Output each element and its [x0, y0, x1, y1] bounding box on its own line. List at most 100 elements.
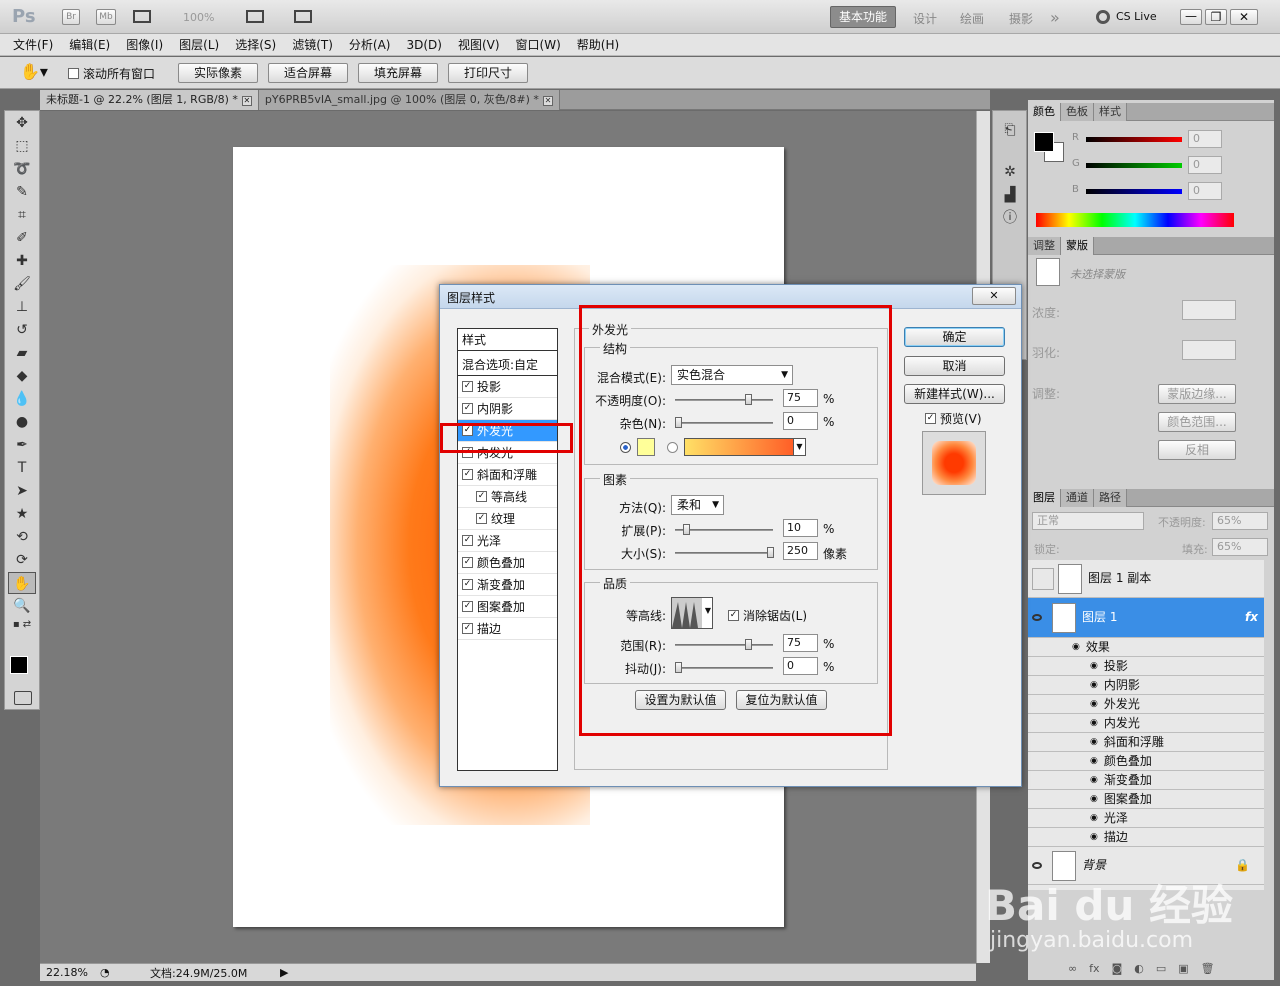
fx-add-icon[interactable]: fx: [1089, 962, 1099, 975]
histogram-icon[interactable]: ▟: [996, 184, 1024, 206]
style-item[interactable]: ✓ 内阴影: [458, 398, 557, 420]
layer-row[interactable]: 图层 1 副本: [1028, 560, 1264, 598]
tab-color[interactable]: 颜色: [1028, 102, 1061, 121]
workspace-basic[interactable]: 基本功能: [830, 6, 896, 28]
brush-tool-icon[interactable]: 🖌: [8, 273, 36, 295]
marquee-tool-icon[interactable]: ⬚: [8, 135, 36, 157]
hand-tool-icon[interactable]: ✋: [8, 572, 36, 594]
eye-icon[interactable]: ◉: [1090, 733, 1098, 752]
shape-tool-icon[interactable]: ★: [8, 503, 36, 525]
stamp-tool-icon[interactable]: ⊥: [8, 296, 36, 318]
invert-button[interactable]: 反相: [1158, 440, 1236, 460]
3d-orbit-icon[interactable]: ⟳: [8, 549, 36, 571]
history-brush-icon[interactable]: ↺: [8, 319, 36, 341]
arrange-icon[interactable]: [246, 10, 264, 23]
eye-icon[interactable]: ◉: [1090, 809, 1098, 828]
effect-row[interactable]: ◉ 投影: [1028, 657, 1264, 676]
eye-icon[interactable]: ◉: [1090, 752, 1098, 771]
color-range-button[interactable]: 颜色范围...: [1158, 412, 1236, 432]
status-zoom[interactable]: 22.18%: [40, 966, 100, 979]
blur-tool-icon[interactable]: 💧: [8, 388, 36, 410]
menu-edit[interactable]: 编辑(E): [61, 34, 118, 56]
eyedropper-icon[interactable]: ✐: [8, 227, 36, 249]
g-slider[interactable]: [1086, 163, 1182, 168]
more-workspaces[interactable]: »: [1050, 8, 1060, 27]
fg-swatch[interactable]: [1034, 132, 1054, 152]
style-item[interactable]: ✓ 颜色叠加: [458, 552, 557, 574]
preview-check[interactable]: ✓: [925, 413, 936, 424]
print-size-button[interactable]: 打印尺寸: [448, 63, 528, 83]
healing-brush-icon[interactable]: ✚: [8, 250, 36, 272]
adjust-add-icon[interactable]: ◐: [1134, 962, 1144, 975]
style-checkbox[interactable]: ✓: [462, 557, 473, 568]
actual-pixels-button[interactable]: 实际像素: [178, 63, 258, 83]
eye-icon[interactable]: ◉: [1090, 771, 1098, 790]
type-tool-icon[interactable]: T: [8, 457, 36, 479]
cancel-button[interactable]: 取消: [904, 356, 1005, 376]
tab-adjust[interactable]: 调整: [1028, 236, 1061, 255]
menu-filter[interactable]: 滤镜(T): [284, 34, 341, 56]
link-icon[interactable]: ∞: [1068, 962, 1077, 975]
fit-screen-button[interactable]: 适合屏幕: [268, 63, 348, 83]
menu-image[interactable]: 图像(I): [118, 34, 171, 56]
tab-close-icon[interactable]: ✕: [241, 95, 252, 106]
eye-icon[interactable]: ◉: [1090, 828, 1098, 847]
effect-row[interactable]: ◉ 颜色叠加: [1028, 752, 1264, 771]
style-checkbox[interactable]: ✓: [476, 513, 487, 524]
style-checkbox[interactable]: ✓: [462, 623, 473, 634]
effects-row[interactable]: ◉ 效果: [1028, 638, 1264, 657]
opacity-field[interactable]: 65%: [1212, 512, 1268, 530]
tab-styles[interactable]: 样式: [1094, 102, 1127, 121]
ok-button[interactable]: 确定: [904, 327, 1005, 347]
scroll-all-checkbox[interactable]: 滚动所有窗口: [68, 65, 155, 82]
quick-select-icon[interactable]: ✎: [8, 181, 36, 203]
3d-rotate-icon[interactable]: ⟲: [8, 526, 36, 548]
style-item[interactable]: ✓ 光泽: [458, 530, 557, 552]
lasso-tool-icon[interactable]: ➰: [8, 158, 36, 180]
move-tool-icon[interactable]: ✥: [8, 112, 36, 134]
trash-icon[interactable]: 🗑: [1201, 962, 1215, 975]
visibility-toggle[interactable]: [1032, 567, 1054, 590]
workspace-photo[interactable]: 摄影: [1009, 10, 1033, 27]
restore-button[interactable]: ❐: [1205, 9, 1227, 25]
minibridge-button[interactable]: Mb: [96, 9, 116, 25]
zoom-level[interactable]: 100%: [183, 11, 214, 24]
effect-row[interactable]: ◉ 光泽: [1028, 809, 1264, 828]
minimize-button[interactable]: —: [1180, 9, 1202, 25]
g-value[interactable]: 0: [1188, 156, 1222, 174]
swap-colors-icon[interactable]: ▪ ⇄: [8, 618, 36, 632]
new-layer-icon[interactable]: ▣: [1178, 962, 1188, 975]
effect-row[interactable]: ◉ 内阴影: [1028, 676, 1264, 695]
style-item[interactable]: ✓ 渐变叠加: [458, 574, 557, 596]
dodge-tool-icon[interactable]: ●: [8, 411, 36, 433]
paint-bucket-icon[interactable]: ◆: [8, 365, 36, 387]
style-item[interactable]: ✓ 描边: [458, 618, 557, 640]
style-checkbox[interactable]: ✓: [462, 579, 473, 590]
r-value[interactable]: 0: [1188, 130, 1222, 148]
fx-icon[interactable]: fx: [1245, 608, 1258, 627]
style-checkbox[interactable]: ✓: [462, 469, 473, 480]
spectrum-bar[interactable]: [1036, 213, 1234, 227]
effect-row[interactable]: ◉ 渐变叠加: [1028, 771, 1264, 790]
effect-row[interactable]: ◉ 内发光: [1028, 714, 1264, 733]
screen-mode-icon[interactable]: [294, 10, 312, 23]
dialog-close-icon[interactable]: ✕: [972, 287, 1016, 305]
group-icon[interactable]: ▭: [1156, 962, 1166, 975]
new-style-button[interactable]: 新建样式(W)...: [904, 384, 1005, 404]
style-checkbox[interactable]: ✓: [476, 491, 487, 502]
style-checkbox[interactable]: ✓: [462, 403, 473, 414]
tab-paths[interactable]: 路径: [1094, 488, 1127, 507]
eye-icon[interactable]: ◉: [1090, 695, 1098, 714]
workspace-paint[interactable]: 绘画: [960, 10, 984, 27]
close-button[interactable]: ✕: [1230, 9, 1258, 25]
history-panel-icon[interactable]: ⎗: [996, 119, 1024, 141]
style-item[interactable]: ✓ 图案叠加: [458, 596, 557, 618]
effect-row[interactable]: ◉ 外发光: [1028, 695, 1264, 714]
eraser-icon[interactable]: ▰: [8, 342, 36, 364]
style-checkbox[interactable]: ✓: [462, 381, 473, 392]
bridge-button[interactable]: Br: [62, 9, 80, 25]
r-slider[interactable]: [1086, 137, 1182, 142]
menu-select[interactable]: 选择(S): [227, 34, 284, 56]
workspace-design[interactable]: 设计: [913, 10, 937, 27]
menu-window[interactable]: 窗口(W): [508, 34, 569, 56]
